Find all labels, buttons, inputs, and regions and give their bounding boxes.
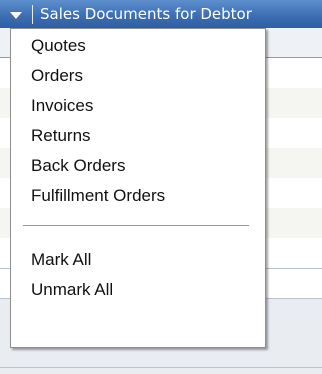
divider [0, 367, 322, 368]
menu-separator [23, 225, 249, 227]
window-title: Sales Documents for Debtor [40, 5, 252, 23]
menu-item-returns[interactable]: Returns [31, 121, 91, 151]
menu-item-quotes[interactable]: Quotes [31, 31, 86, 61]
document-type-menu: Quotes Orders Invoices Returns Back Orde… [10, 28, 266, 348]
sales-documents-window: Sales Documents for Debtor nt Quotes Ord… [0, 0, 322, 374]
dropdown-button[interactable] [4, 2, 28, 26]
menu-item-back-orders[interactable]: Back Orders [31, 151, 125, 181]
menu-item-invoices[interactable]: Invoices [31, 91, 93, 121]
menu-item-unmark-all[interactable]: Unmark All [31, 275, 113, 305]
chevron-down-icon [10, 12, 22, 19]
menu-item-fulfillment-orders[interactable]: Fulfillment Orders [31, 181, 165, 211]
menu-item-orders[interactable]: Orders [31, 61, 83, 91]
title-separator [32, 5, 33, 24]
menu-item-mark-all[interactable]: Mark All [31, 245, 91, 275]
titlebar: Sales Documents for Debtor [0, 0, 322, 28]
